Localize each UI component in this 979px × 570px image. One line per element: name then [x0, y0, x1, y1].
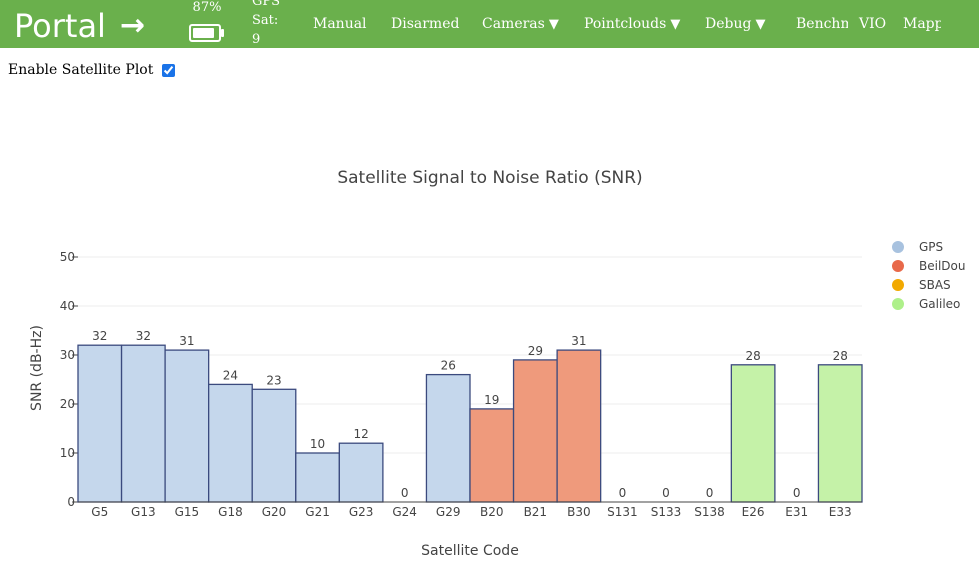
- bar: [512, 359, 558, 503]
- bar: [817, 364, 863, 503]
- legend-marker: [892, 260, 904, 272]
- x-tick-label: G21: [305, 505, 330, 519]
- bar-value-label: 23: [266, 373, 281, 387]
- x-axis-ticks: G5 G13 G15 G18 G20 G21 G23 G24 G29 B20 B21 B30 S131 S…: [91, 505, 851, 519]
- bar: [338, 442, 384, 503]
- bar: [556, 349, 602, 503]
- bar-value-label: 29: [528, 344, 543, 358]
- x-tick-label: E31: [785, 505, 808, 519]
- x-tick-label: G15: [175, 505, 200, 519]
- bar-value-label: 0: [793, 486, 801, 500]
- bar-value-label: 0: [619, 486, 627, 500]
- bar-value-label: 28: [833, 349, 848, 363]
- bar: [730, 364, 776, 503]
- x-tick-label: S131: [607, 505, 638, 519]
- bar: [251, 388, 297, 503]
- bar-value-label: 12: [353, 427, 368, 441]
- chart-legend: GPS BeilDou SBAS Galileo: [892, 240, 965, 311]
- y-axis-title: SNR (dB-Hz): [29, 325, 45, 411]
- y-tick-label: 30: [60, 348, 75, 362]
- y-tick-label: 40: [60, 299, 75, 313]
- legend-marker: [892, 279, 904, 291]
- legend-marker: [892, 298, 904, 310]
- x-tick-label: G20: [262, 505, 287, 519]
- x-tick-label: E33: [829, 505, 852, 519]
- y-tick-label: 10: [60, 446, 75, 460]
- bar-value-label: 19: [484, 393, 499, 407]
- x-tick-label: G23: [349, 505, 374, 519]
- bar: [164, 349, 210, 503]
- x-tick-label: B30: [567, 505, 591, 519]
- x-tick-label: B20: [480, 505, 504, 519]
- x-tick-label: S133: [651, 505, 682, 519]
- bar: [208, 383, 253, 503]
- bar-value-label: 0: [401, 486, 409, 500]
- bar-value-label: 28: [745, 349, 760, 363]
- legend-label: GPS: [919, 240, 943, 254]
- x-tick-label: E26: [742, 505, 765, 519]
- bar-value-label: 0: [662, 486, 670, 500]
- x-tick-label: B21: [524, 505, 548, 519]
- bar-value-label: 32: [92, 329, 107, 343]
- bar: [469, 408, 515, 503]
- x-tick-label: G18: [218, 505, 243, 519]
- bar-value-label: 32: [136, 329, 151, 343]
- snr-bar-chart: Satellite Signal to Noise Ratio (SNR) 0 1…: [29, 168, 965, 559]
- legend-label: SBAS: [919, 278, 951, 292]
- legend-label: BeilDou: [919, 259, 965, 273]
- bar-value-label: 26: [441, 359, 456, 373]
- x-tick-label: G5: [91, 505, 108, 519]
- x-tick-label: S138: [694, 505, 725, 519]
- x-axis-title: Satellite Code: [421, 543, 519, 559]
- bar-value-label: 31: [571, 334, 586, 348]
- bar-value-label: 24: [223, 368, 238, 382]
- bar: [77, 344, 123, 503]
- chart-title: Satellite Signal to Noise Ratio (SNR): [337, 168, 642, 188]
- bar-value-label: 10: [310, 437, 325, 451]
- y-axis-ticks: 0 10 20 30 40 50: [60, 250, 78, 509]
- y-tick-label: 50: [60, 250, 75, 264]
- bar-value-label: 0: [706, 486, 714, 500]
- bar: [425, 373, 471, 503]
- bar: [120, 344, 166, 503]
- legend-marker: [892, 241, 904, 253]
- legend-label: Galileo: [919, 297, 960, 311]
- x-tick-label: G29: [436, 505, 461, 519]
- x-tick-label: G24: [392, 505, 417, 519]
- y-tick-label: 0: [67, 495, 75, 509]
- bar-value-label: 31: [179, 334, 194, 348]
- y-tick-label: 20: [60, 397, 75, 411]
- x-tick-label: G13: [131, 505, 156, 519]
- bar: [295, 452, 340, 503]
